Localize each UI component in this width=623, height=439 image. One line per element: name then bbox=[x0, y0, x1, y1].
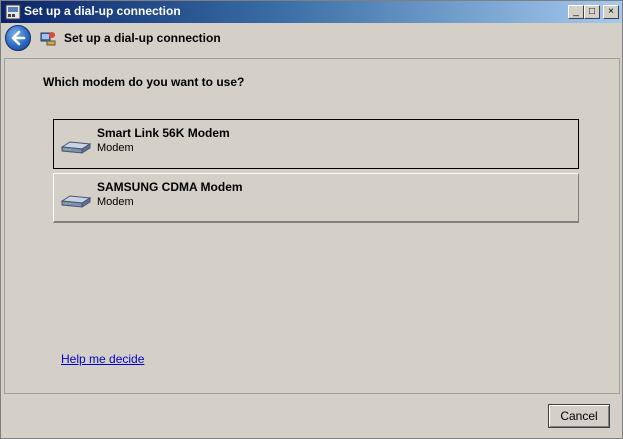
modem-option-smart-link[interactable]: Smart Link 56K Modem Modem bbox=[53, 119, 579, 169]
help-me-decide-link[interactable]: Help me decide bbox=[61, 352, 144, 366]
dialup-wizard-icon bbox=[40, 32, 56, 46]
cancel-button[interactable]: Cancel bbox=[548, 404, 610, 428]
back-arrow-icon bbox=[11, 30, 26, 46]
modem-name: Smart Link 56K Modem bbox=[97, 126, 230, 140]
maximize-button[interactable]: □ bbox=[584, 5, 600, 19]
wizard-nav-bar: Set up a dial-up connection bbox=[1, 23, 622, 57]
wizard-title: Set up a dial-up connection bbox=[64, 31, 221, 45]
window-title: Set up a dial-up connection bbox=[24, 4, 181, 18]
modem-type: Modem bbox=[97, 142, 134, 154]
modem-option-samsung-cdma[interactable]: SAMSUNG CDMA Modem Modem bbox=[53, 173, 579, 223]
modem-icon bbox=[60, 195, 92, 208]
back-button[interactable] bbox=[5, 25, 31, 51]
minimize-button[interactable]: _ bbox=[568, 5, 584, 19]
network-app-icon bbox=[5, 4, 21, 20]
modem-name: SAMSUNG CDMA Modem bbox=[97, 180, 243, 194]
modem-type: Modem bbox=[97, 196, 134, 208]
wizard-content: Which modem do you want to use? Smart Li… bbox=[4, 58, 620, 394]
title-bar: Set up a dial-up connection _ □ × bbox=[1, 1, 622, 23]
page-question: Which modem do you want to use? bbox=[43, 75, 245, 89]
dialup-wizard-window: Set up a dial-up connection _ □ × Set up… bbox=[0, 0, 623, 439]
modem-icon bbox=[60, 141, 92, 154]
close-button[interactable]: × bbox=[603, 5, 619, 19]
